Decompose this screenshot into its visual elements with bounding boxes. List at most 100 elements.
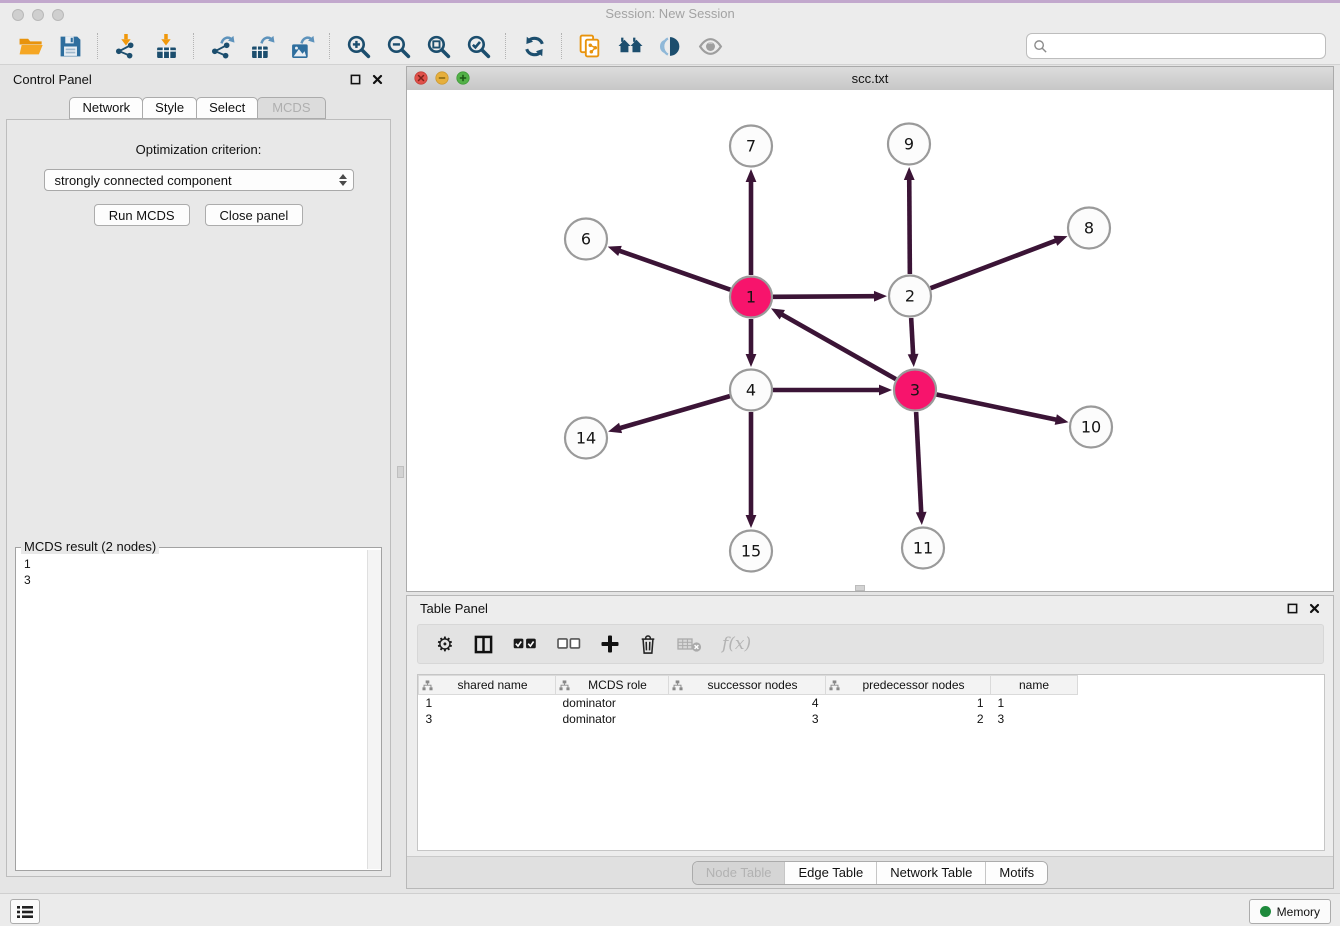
graph-edge-2-8[interactable] <box>931 236 1068 288</box>
control-tab-style[interactable]: Style <box>142 97 197 119</box>
clone-network-icon[interactable] <box>575 31 605 61</box>
zoom-in-icon[interactable] <box>343 31 373 61</box>
toolbar-separator <box>97 33 99 59</box>
column-header-successor-nodes[interactable]: successor nodes <box>669 676 826 695</box>
table-panel: Table Panel ⚙ f(x) shared nameMCDS roles… <box>406 595 1334 889</box>
list-icon <box>17 905 33 919</box>
table-row[interactable]: 3dominator323 <box>419 711 1078 727</box>
task-history-button[interactable] <box>10 899 40 924</box>
export-network-icon[interactable] <box>207 31 237 61</box>
fit-content-icon[interactable] <box>423 31 453 61</box>
graph-node-4[interactable]: 4 <box>730 370 772 411</box>
table-tab-network-table[interactable]: Network Table <box>876 862 985 884</box>
graph-edge-4-3[interactable] <box>773 385 892 396</box>
save-session-icon[interactable] <box>55 31 85 61</box>
graph-edge-4-15[interactable] <box>746 412 757 528</box>
table-tab-edge-table[interactable]: Edge Table <box>784 862 876 884</box>
graph-edge-4-14[interactable] <box>608 396 730 433</box>
graph-node-10[interactable]: 10 <box>1070 407 1112 448</box>
search-input[interactable] <box>1052 36 1319 56</box>
table-panel-title: Table Panel <box>420 601 488 616</box>
run-mcds-button[interactable]: Run MCDS <box>94 204 190 226</box>
zoom-selected-icon[interactable] <box>463 31 493 61</box>
column-header-shared-name[interactable]: shared name <box>419 676 556 695</box>
table-row[interactable]: 1dominator411 <box>419 695 1078 711</box>
export-table-icon[interactable] <box>247 31 277 61</box>
network-canvas[interactable]: 7 9 6 8 1 2 4 3 14 10 15 11 <box>407 90 1333 591</box>
function-builder-icon[interactable]: f(x) <box>722 632 751 656</box>
graph-edge-3-11[interactable] <box>916 412 927 525</box>
close-panel-button[interactable]: Close panel <box>205 204 304 226</box>
split-divider-grip[interactable] <box>397 466 404 478</box>
graph-node-15[interactable]: 15 <box>730 531 772 572</box>
zoom-out-icon[interactable] <box>383 31 413 61</box>
first-neighbors-icon[interactable] <box>615 31 645 61</box>
table-cell[interactable]: 4 <box>669 695 826 711</box>
table-cell[interactable]: 1 <box>419 695 556 711</box>
graph-edge-1-4[interactable] <box>746 319 757 367</box>
table-tab-node-table[interactable]: Node Table <box>693 862 785 884</box>
import-table-icon[interactable] <box>151 31 181 61</box>
table-body: 1dominator4113dominator323 <box>419 695 1078 727</box>
table-cell[interactable]: 2 <box>826 711 991 727</box>
graph-node-9[interactable]: 9 <box>888 124 930 165</box>
table-cell[interactable]: 3 <box>419 711 556 727</box>
table-cell[interactable]: 3 <box>991 711 1078 727</box>
cyndex-icon[interactable] <box>655 31 685 61</box>
graph-edge-1-6[interactable] <box>608 246 731 290</box>
delete-table-icon[interactable] <box>677 632 702 656</box>
graph-edge-1-2[interactable] <box>773 291 887 302</box>
mcds-result-text[interactable]: 13 <box>16 551 367 870</box>
graph-node-6[interactable]: 6 <box>565 219 607 260</box>
criterion-select[interactable]: strongly connected component <box>44 169 354 191</box>
table-cell[interactable]: 3 <box>669 711 826 727</box>
control-tab-mcds[interactable]: MCDS <box>257 97 325 119</box>
new-column-icon[interactable] <box>601 632 619 656</box>
graph-node-14[interactable]: 14 <box>565 418 607 459</box>
float-table-panel-icon[interactable] <box>1287 603 1298 614</box>
apply-layout-icon[interactable] <box>519 31 549 61</box>
svg-text:10: 10 <box>1081 418 1101 437</box>
canvas-resize-grip[interactable] <box>855 585 865 591</box>
show-columns-icon[interactable] <box>474 632 493 656</box>
graph-node-11[interactable]: 11 <box>902 528 944 569</box>
column-header-predecessor-nodes[interactable]: predecessor nodes <box>826 676 991 695</box>
unselect-all-icon[interactable] <box>557 632 581 656</box>
graph-node-2[interactable]: 2 <box>889 276 931 317</box>
control-tab-select[interactable]: Select <box>196 97 258 119</box>
close-panel-icon[interactable] <box>372 74 383 85</box>
graph-edge-2-3[interactable] <box>908 318 919 367</box>
float-panel-icon[interactable] <box>350 74 361 85</box>
table-cell[interactable]: dominator <box>556 711 669 727</box>
import-network-icon[interactable] <box>111 31 141 61</box>
memory-button[interactable]: Memory <box>1249 899 1331 924</box>
graph-node-1[interactable]: 1 <box>730 277 772 318</box>
svg-text:11: 11 <box>913 539 933 558</box>
column-header-mcds-role[interactable]: MCDS role <box>556 676 669 695</box>
graph-edge-3-10[interactable] <box>937 395 1069 425</box>
graph-node-7[interactable]: 7 <box>730 126 772 167</box>
open-session-icon[interactable] <box>15 31 45 61</box>
close-table-panel-icon[interactable] <box>1309 603 1320 614</box>
select-all-icon[interactable] <box>513 632 537 656</box>
graph-edge-2-9[interactable] <box>904 167 915 274</box>
control-tab-network[interactable]: Network <box>69 97 143 119</box>
show-graphics-details-icon[interactable] <box>695 31 725 61</box>
table-cell[interactable]: 1 <box>991 695 1078 711</box>
column-header-name[interactable]: name <box>991 676 1078 695</box>
node-table: shared nameMCDS rolesuccessor nodesprede… <box>417 674 1325 851</box>
graph-node-8[interactable]: 8 <box>1068 208 1110 249</box>
graph-node-3[interactable]: 3 <box>894 370 936 411</box>
graph-edge-3-1[interactable] <box>771 308 896 379</box>
table-tab-motifs[interactable]: Motifs <box>985 862 1047 884</box>
network-frame-titlebar[interactable]: scc.txt <box>407 67 1333 91</box>
table-cell[interactable]: 1 <box>826 695 991 711</box>
mcds-result-scrollbar[interactable] <box>367 550 381 869</box>
table-cell[interactable]: dominator <box>556 695 669 711</box>
delete-columns-icon[interactable] <box>639 632 657 656</box>
select-updown-icon <box>339 174 349 186</box>
table-mode-icon[interactable]: ⚙ <box>436 632 454 656</box>
export-image-icon[interactable] <box>287 31 317 61</box>
search-icon <box>1033 39 1048 54</box>
graph-edge-1-7[interactable] <box>746 169 757 275</box>
